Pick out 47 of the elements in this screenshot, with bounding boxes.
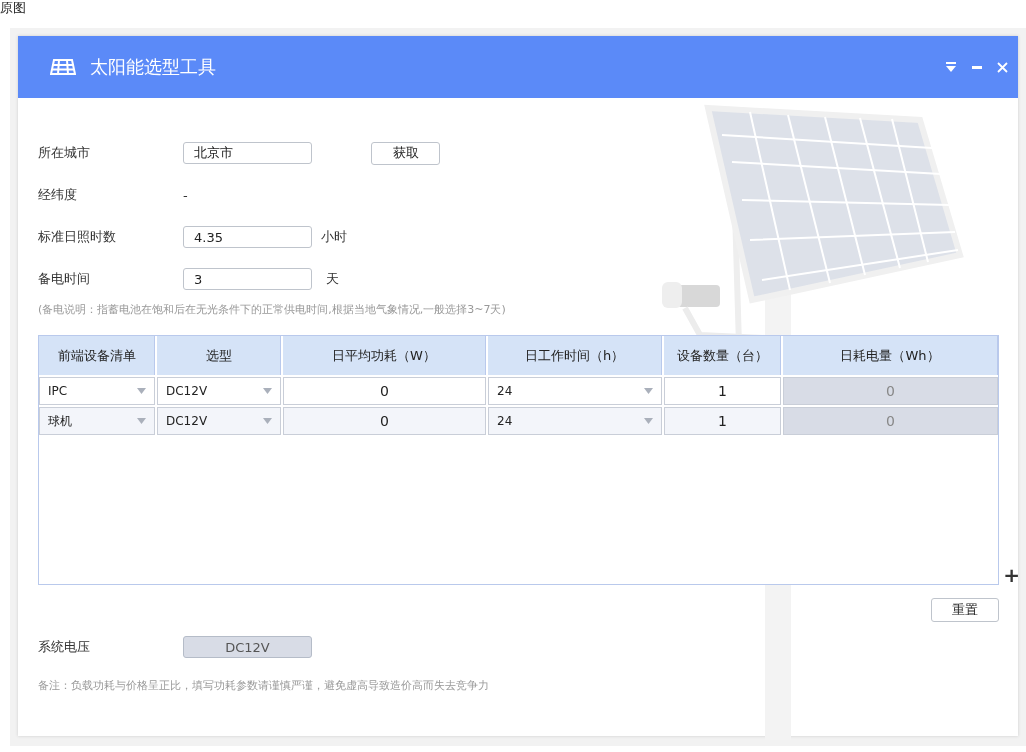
input-cell[interactable]: 1 — [664, 377, 781, 405]
input-cell[interactable]: 0 — [283, 407, 486, 435]
dropdown-cell[interactable]: IPC — [39, 377, 155, 405]
sun-hours-field[interactable]: 4.35 — [183, 226, 312, 248]
window-title: 太阳能选型工具 — [90, 55, 216, 79]
field-label: 标准日照时数 — [38, 228, 117, 246]
column-header: 日平均功耗（W） — [283, 336, 486, 375]
caret-icon — [644, 388, 653, 394]
footnote: 备注：负载功耗与价格呈正比，填写功耗参数请谨慎严谨，避免虚高导致造价高而失去竞争力 — [38, 678, 490, 693]
unit-label: 天 — [326, 270, 339, 288]
backup-note: (备电说明：指蓄电池在饱和后在无光条件下的正常供电时间,根据当地气象情况,一般选择3~7天) — [38, 302, 507, 317]
dropdown-icon[interactable] — [945, 62, 957, 72]
column-header: 日耗电量（Wh） — [783, 336, 998, 375]
field-label: 所在城市 — [38, 144, 91, 162]
input-cell[interactable]: 1 — [664, 407, 781, 435]
caret-icon — [263, 388, 272, 394]
solar-panel-icon — [50, 59, 76, 75]
caret-icon — [137, 388, 146, 394]
column-header: 选型 — [157, 336, 281, 375]
page-caption: 原图 — [0, 0, 27, 16]
city-field[interactable]: 北京市 — [183, 142, 312, 164]
column-header: 前端设备清单 — [39, 336, 155, 375]
caret-icon — [263, 418, 272, 424]
dropdown-cell[interactable]: 24 — [488, 377, 662, 405]
system-voltage-field: DC12V — [183, 636, 312, 658]
add-button[interactable]: + — [1003, 565, 1020, 585]
input-cell[interactable]: 0 — [283, 377, 486, 405]
unit-label: 小时 — [321, 228, 347, 246]
caret-icon — [137, 418, 146, 424]
reset-button[interactable]: 重置 — [931, 598, 999, 622]
field-label: 系统电压 — [38, 638, 91, 656]
readonly-cell: 0 — [783, 377, 998, 405]
coordinates-value: - — [183, 187, 188, 203]
dropdown-cell[interactable]: 球机 — [39, 407, 155, 435]
close-icon[interactable] — [997, 61, 1008, 73]
column-header: 日工作时间（h） — [488, 336, 662, 375]
caret-icon — [644, 418, 653, 424]
field-label: 经纬度 — [38, 186, 78, 204]
minimize-icon[interactable] — [972, 65, 982, 69]
dropdown-cell[interactable]: 24 — [488, 407, 662, 435]
field-label: 备电时间 — [38, 270, 91, 288]
fetch-button[interactable]: 获取 — [371, 141, 440, 165]
dropdown-cell[interactable]: DC12V — [157, 407, 281, 435]
readonly-cell: 0 — [783, 407, 998, 435]
column-header: 设备数量（台） — [664, 336, 781, 375]
dropdown-cell[interactable]: DC12V — [157, 377, 281, 405]
backup-time-field[interactable]: 3 — [183, 268, 312, 290]
